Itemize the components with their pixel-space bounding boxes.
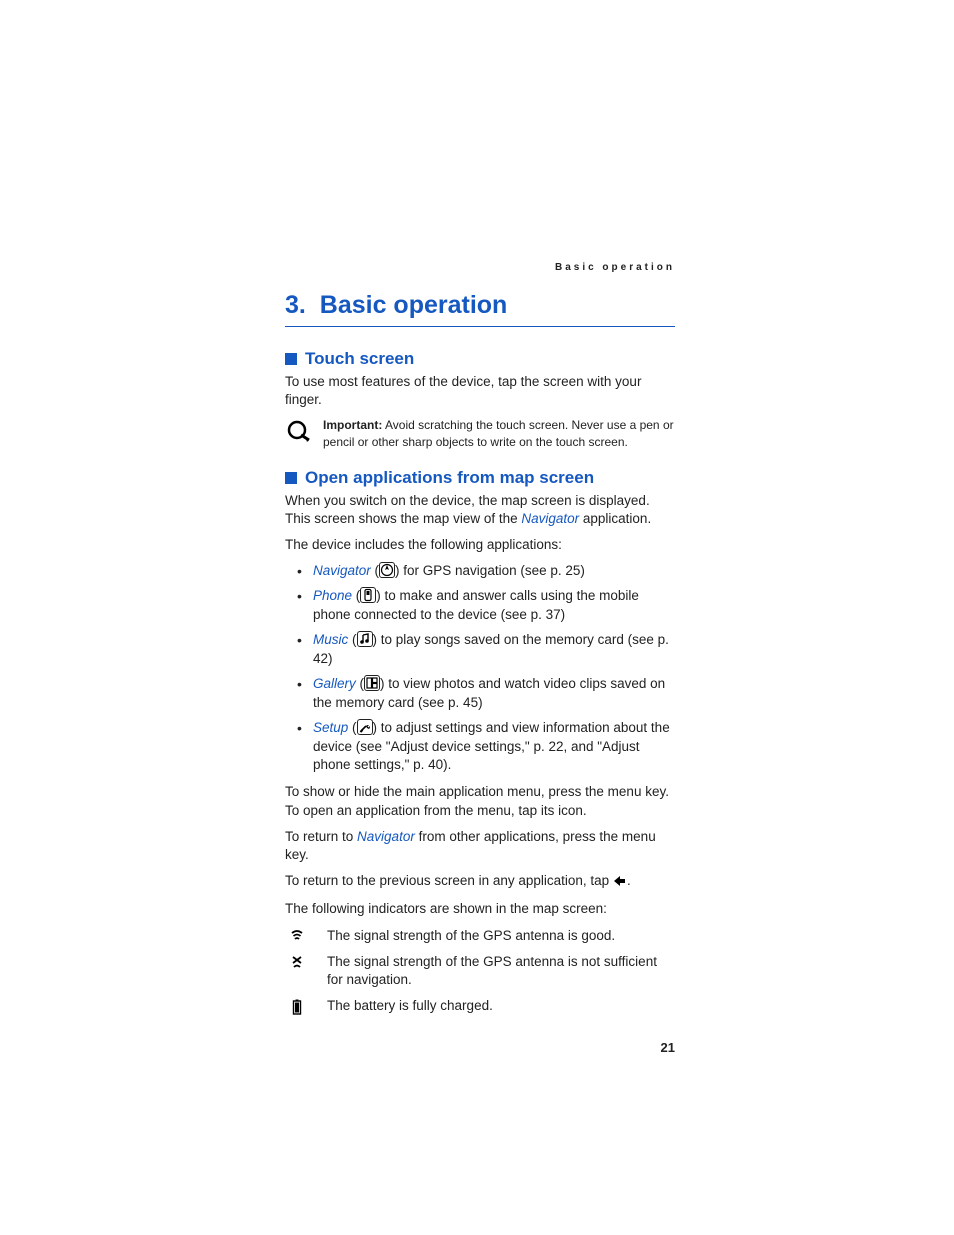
para-return-navigator: To return to Navigator from other applic…	[285, 828, 675, 864]
navigator-link[interactable]: Navigator	[313, 563, 371, 578]
text: (	[348, 720, 356, 735]
text: (	[371, 563, 379, 578]
indicator-text: The signal strength of the GPS antenna i…	[327, 927, 615, 945]
section-heading-open-apps: Open applications from map screen	[285, 468, 675, 488]
important-text: Important: Avoid scratching the touch sc…	[323, 417, 675, 449]
document-page: Basic operation 3. Basic operation Touch…	[285, 262, 675, 1055]
list-item: Navigator ( ) for GPS navigation (see p. …	[285, 562, 675, 581]
section-bullet-icon	[285, 472, 297, 484]
section1-body: To use most features of the device, tap …	[285, 373, 675, 409]
para-return-back: To return to the previous screen in any …	[285, 872, 675, 892]
indicators-intro: The following indicators are shown in th…	[285, 900, 675, 918]
section-title-text: Touch screen	[305, 349, 414, 369]
music-link[interactable]: Music	[313, 632, 348, 647]
gallery-app-icon	[364, 675, 380, 691]
phone-app-icon	[360, 587, 376, 603]
navigator-link[interactable]: Navigator	[357, 829, 415, 844]
list-item: Setup () to adjust settings and view inf…	[285, 719, 675, 776]
section-title-text: Open applications from map screen	[305, 468, 594, 488]
list-item: Gallery () to view photos and watch vide…	[285, 675, 675, 713]
text: application.	[579, 511, 651, 526]
list-item: Music () to play songs saved on the memo…	[285, 631, 675, 669]
section-bullet-icon	[285, 353, 297, 365]
back-arrow-icon	[613, 874, 627, 892]
section2-intro: When you switch on the device, the map s…	[285, 492, 675, 528]
important-icon	[285, 419, 311, 445]
text: To return to the previous screen in any …	[285, 873, 613, 888]
running-header: Basic operation	[285, 262, 675, 273]
battery-full-icon	[285, 997, 309, 1015]
signal-bad-icon	[285, 953, 309, 969]
text: ) for GPS navigation (see p. 25)	[395, 563, 585, 578]
text: .	[627, 873, 631, 888]
signal-good-icon	[285, 927, 309, 943]
indicator-text: The battery is fully charged.	[327, 997, 493, 1015]
table-row: The battery is fully charged.	[285, 997, 675, 1015]
indicator-text: The signal strength of the GPS antenna i…	[327, 953, 675, 989]
page-number: 21	[285, 1040, 675, 1055]
gallery-link[interactable]: Gallery	[313, 676, 356, 691]
table-row: The signal strength of the GPS antenna i…	[285, 927, 675, 945]
navigator-link[interactable]: Navigator	[521, 511, 579, 526]
text: To return to	[285, 829, 357, 844]
important-note: Important: Avoid scratching the touch sc…	[285, 417, 675, 449]
text: (	[356, 676, 364, 691]
text: (	[348, 632, 356, 647]
apps-list-intro: The device includes the following applic…	[285, 536, 675, 554]
setup-link[interactable]: Setup	[313, 720, 348, 735]
phone-link[interactable]: Phone	[313, 588, 352, 603]
chapter-heading: 3. Basic operation	[285, 291, 675, 327]
para-show-hide: To show or hide the main application men…	[285, 783, 675, 819]
list-item: Phone () to make and answer calls using …	[285, 587, 675, 625]
text: (	[352, 588, 360, 603]
setup-app-icon	[357, 719, 373, 735]
important-label: Important:	[323, 418, 382, 432]
applications-list: Navigator ( ) for GPS navigation (see p. …	[285, 562, 675, 775]
indicators-table: The signal strength of the GPS antenna i…	[285, 927, 675, 1016]
navigator-app-icon	[379, 562, 395, 578]
table-row: The signal strength of the GPS antenna i…	[285, 953, 675, 989]
chapter-number: 3.	[285, 291, 306, 319]
music-app-icon	[357, 631, 373, 647]
chapter-title-text: Basic operation	[320, 291, 508, 319]
section-heading-touch-screen: Touch screen	[285, 349, 675, 369]
